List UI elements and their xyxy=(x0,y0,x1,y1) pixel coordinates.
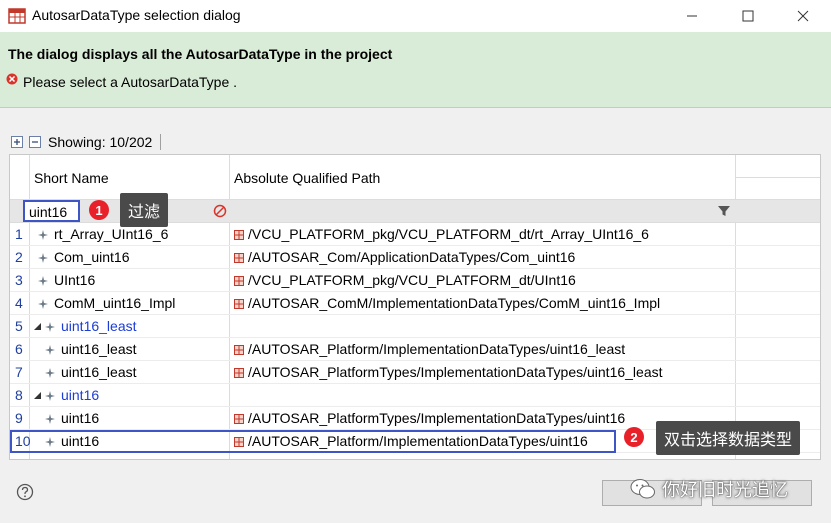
datatype-icon xyxy=(38,299,48,309)
annotation-marker: 2 xyxy=(624,427,644,447)
package-icon xyxy=(234,414,244,424)
package-icon xyxy=(234,345,244,355)
expand-all-icon[interactable] xyxy=(10,135,24,149)
row-path: /AUTOSAR_PlatformTypes/ImplementationDat… xyxy=(248,410,626,426)
table-row-group[interactable]: 8 uint16 xyxy=(10,384,820,407)
row-number: 5 xyxy=(15,318,23,334)
close-button[interactable] xyxy=(780,0,826,32)
row-short-name: rt_Array_UInt16_6 xyxy=(54,226,169,242)
dialog-banner: The dialog displays all the AutosarDataT… xyxy=(0,32,831,108)
row-short-name: UInt16 xyxy=(54,272,96,288)
minimize-button[interactable] xyxy=(669,0,715,32)
table-row[interactable]: 6 uint16_least /AUTOSAR_Platform/Impleme… xyxy=(10,338,820,361)
table-row[interactable]: 4 ComM_uint16_Impl /AUTOSAR_ComM/Impleme… xyxy=(10,292,820,315)
row-path: /AUTOSAR_Platform/ImplementationDataType… xyxy=(248,341,626,357)
toolbar-separator xyxy=(160,134,162,150)
watermark-text: 你好旧时光追忆 xyxy=(662,480,788,500)
watermark: 你好旧时光追忆 xyxy=(630,476,788,502)
maximize-icon xyxy=(742,10,754,22)
dialog-footer: 你好旧时光追忆 xyxy=(0,468,831,523)
row-path: /VCU_PLATFORM_pkg/VCU_PLATFORM_dt/UInt16 xyxy=(248,272,576,288)
expand-triangle-icon[interactable] xyxy=(33,322,41,330)
row-short-name: uint16_least xyxy=(61,341,137,357)
row-path: /AUTOSAR_PlatformTypes/ImplementationDat… xyxy=(248,364,663,380)
row-path: /VCU_PLATFORM_pkg/VCU_PLATFORM_dt/rt_Arr… xyxy=(248,226,649,242)
dialog-content: Showing: 10/202 Short Name Absolute Qual… xyxy=(0,108,831,468)
grid-toolbar: Showing: 10/202 xyxy=(10,132,162,152)
table-app-icon xyxy=(8,8,26,24)
row-short-name: Com_uint16 xyxy=(54,249,130,265)
row-number: 7 xyxy=(15,364,23,380)
annotation-marker: 1 xyxy=(89,200,109,220)
banner-message: Please select a AutosarDataType . xyxy=(23,74,238,90)
row-short-name: uint16 xyxy=(61,387,100,403)
header-path[interactable]: Absolute Qualified Path xyxy=(234,170,380,186)
help-icon[interactable] xyxy=(16,483,34,501)
header-short-name[interactable]: Short Name xyxy=(34,170,109,186)
package-icon xyxy=(234,276,244,286)
table-row[interactable]: 2 Com_uint16 /AUTOSAR_Com/ApplicationDat… xyxy=(10,246,820,269)
short-name-filter-input[interactable]: uint16 xyxy=(23,200,80,222)
filter-funnel-icon[interactable] xyxy=(717,204,731,218)
row-path: /AUTOSAR_Com/ApplicationDataTypes/Com_ui… xyxy=(248,249,576,265)
datatype-icon xyxy=(38,253,48,263)
datatype-icon xyxy=(45,345,55,355)
showing-count: Showing: 10/202 xyxy=(48,134,153,150)
error-icon xyxy=(6,73,18,85)
minimize-icon xyxy=(687,15,697,17)
row-number: 8 xyxy=(15,387,23,403)
package-icon xyxy=(234,299,244,309)
wechat-icon xyxy=(630,479,655,499)
datatype-icon xyxy=(38,230,48,240)
row-short-name: ComM_uint16_Impl xyxy=(54,295,176,311)
title-bar: AutosarDataType selection dialog xyxy=(0,0,831,32)
close-icon xyxy=(797,10,809,22)
row-short-name: uint16 xyxy=(61,410,100,426)
datatype-icon xyxy=(45,322,55,332)
collapse-all-icon[interactable] xyxy=(28,135,42,149)
package-icon xyxy=(234,253,244,263)
row-path: /AUTOSAR_ComM/ImplementationDataTypes/Co… xyxy=(248,295,661,311)
annotation-label: 过滤 xyxy=(120,193,169,227)
datatype-icon xyxy=(38,276,48,286)
row-short-name: uint16_least xyxy=(61,364,137,380)
row-highlight-box xyxy=(10,430,616,453)
table-row[interactable]: 3 UInt16 /VCU_PLATFORM_pkg/VCU_PLATFORM_… xyxy=(10,269,820,292)
expand-triangle-icon[interactable] xyxy=(33,391,41,399)
row-number: 4 xyxy=(15,295,23,311)
row-number: 3 xyxy=(15,272,23,288)
window-title: AutosarDataType selection dialog xyxy=(32,7,241,23)
datatype-icon xyxy=(45,391,55,401)
row-number: 9 xyxy=(15,410,23,426)
annotation-label: 双击选择数据类型 xyxy=(656,421,801,455)
datatype-icon xyxy=(45,368,55,378)
maximize-button[interactable] xyxy=(725,0,771,32)
table-row-group[interactable]: 5 uint16_least xyxy=(10,315,820,338)
header-divider xyxy=(735,177,820,178)
clear-filter-icon[interactable] xyxy=(213,204,227,218)
row-number: 2 xyxy=(15,249,23,265)
package-icon xyxy=(234,368,244,378)
row-short-name: uint16_least xyxy=(61,318,137,334)
table-row[interactable]: 7 uint16_least /AUTOSAR_PlatformTypes/Im… xyxy=(10,361,820,384)
filter-value: uint16 xyxy=(29,204,68,220)
row-number: 6 xyxy=(15,341,23,357)
datatype-icon xyxy=(45,414,55,424)
package-icon xyxy=(234,230,244,240)
banner-title: The dialog displays all the AutosarDataT… xyxy=(8,46,393,62)
row-number: 1 xyxy=(15,226,23,242)
